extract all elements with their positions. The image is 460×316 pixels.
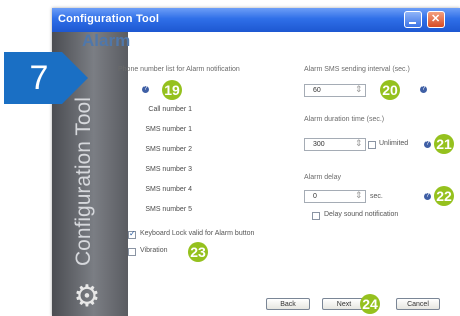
sms-interval-spin-arrows[interactable]: ⇕	[355, 84, 363, 95]
callout-24: 24	[360, 294, 380, 314]
unlimited-label: Unlimited	[379, 140, 409, 147]
delay-sound-label: Delay sound notification	[324, 211, 399, 218]
callout-19: 19	[162, 80, 182, 100]
delay-sound-checkbox[interactable]	[312, 212, 320, 220]
phone-list-label: Phone number list for Alarm notification	[118, 66, 240, 73]
help-icon-sms-interval[interactable]: ?	[420, 86, 427, 93]
configuration-tool-window: Configuration Tool Configuration Tool ⚙	[52, 8, 460, 316]
callout-20: 20	[380, 80, 400, 100]
step-number: 7	[29, 59, 49, 97]
alarm-delay-label: Alarm delay	[304, 174, 341, 181]
callout-21: 21	[434, 134, 454, 154]
sms-number-1-label: SMS number 1	[145, 126, 192, 133]
gear-icon: ⚙	[73, 280, 101, 313]
sms-number-2-label: SMS number 2	[145, 146, 192, 153]
page-title: Alarm	[82, 31, 131, 50]
cancel-button[interactable]: Cancel	[396, 298, 440, 310]
help-icon-alarm-delay[interactable]: ?	[424, 193, 431, 200]
alarm-delay-spin-arrows[interactable]: ⇕	[355, 190, 363, 201]
callout-23: 23	[188, 242, 208, 262]
sms-number-5-label: SMS number 5	[145, 206, 192, 213]
sms-number-4-label: SMS number 4	[145, 186, 192, 193]
vibration-label: Vibration	[140, 247, 168, 254]
call-number-1-label: Call number 1	[148, 106, 192, 113]
minimize-button[interactable]	[404, 11, 422, 28]
vibration-checkbox[interactable]	[128, 248, 136, 256]
close-button[interactable]	[427, 11, 445, 28]
window-title: Configuration Tool	[58, 13, 160, 25]
sidebar-title: Configuration Tool	[72, 97, 95, 266]
sms-interval-label: Alarm SMS sending interval (sec.)	[304, 66, 410, 73]
back-button[interactable]: Back	[266, 298, 310, 310]
keyboard-lock-label: Keyboard Lock valid for Alarm button	[140, 230, 255, 237]
alarm-duration-spin-arrows[interactable]: ⇕	[355, 138, 363, 149]
keyboard-lock-checkbox[interactable]	[128, 229, 136, 239]
alarm-duration-label: Alarm duration time (sec.)	[304, 116, 385, 123]
callout-22: 22	[434, 186, 454, 206]
alarm-delay-unit: sec.	[370, 193, 383, 200]
content-panel	[128, 32, 460, 316]
unlimited-checkbox[interactable]	[368, 141, 376, 149]
title-bar: Configuration Tool	[52, 8, 460, 32]
help-icon-phone-list[interactable]: ?	[142, 86, 149, 93]
sms-number-3-label: SMS number 3	[145, 166, 192, 173]
help-icon-alarm-duration[interactable]: ?	[424, 141, 431, 148]
